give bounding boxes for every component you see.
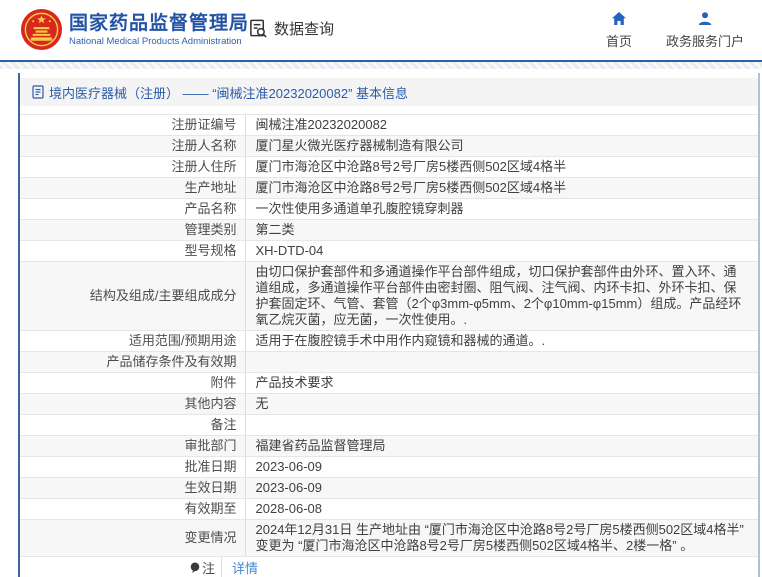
row-value: 无 xyxy=(245,394,758,415)
site-header: 国家药品监督管理局 National Medical Products Admi… xyxy=(0,0,762,60)
note-detail-link[interactable]: 详情 xyxy=(232,561,258,576)
brand-text: 国家药品监督管理局 National Medical Products Admi… xyxy=(69,12,249,48)
row-label: 注册人住所 xyxy=(20,157,245,178)
nav-gov-portal-label: 政务服务门户 xyxy=(662,31,748,50)
row-label: 注册证编号 xyxy=(20,115,245,136)
top-nav: 首页 政务服务门户 xyxy=(576,9,748,50)
note-value: 详情 xyxy=(222,558,258,577)
row-value: 第二类 xyxy=(245,220,758,241)
row-label: 型号规格 xyxy=(20,241,245,262)
org-name-en: National Medical Products Administration xyxy=(69,36,249,48)
row-value: 一次性使用多通道单孔腹腔镜穿刺器 xyxy=(245,199,758,220)
row-value: 适用于在腹腔镜手术中用作内窥镜和器械的通道。. xyxy=(245,331,758,352)
nmpa-emblem-logo xyxy=(20,8,63,51)
row-label: 有效期至 xyxy=(20,499,245,520)
registration-info-table: 注册证编号 闽械注准20232020082 注册人名称 厦门星火微光医疗器械制造… xyxy=(20,114,758,557)
user-icon xyxy=(662,9,748,27)
breadcrumb: 境内医疗器械（注册） —— “闽械注准20232020082” 基本信息 xyxy=(20,78,758,106)
row-label: 结构及组成/主要组成成分 xyxy=(20,262,245,331)
row-value: 由切口保护套部件和多通道操作平台部件组成，切口保护套部件由外环、置入环、通道组成… xyxy=(245,262,758,331)
org-name-cn: 国家药品监督管理局 xyxy=(69,12,249,36)
home-icon xyxy=(576,9,662,27)
table-row: 其他内容 无 xyxy=(20,394,758,415)
row-value: 产品技术要求 xyxy=(245,373,758,394)
table-row: 有效期至 2028-06-08 xyxy=(20,499,758,520)
decor-striped-band xyxy=(0,62,762,69)
page: 国家药品监督管理局 National Medical Products Admi… xyxy=(0,0,762,577)
row-label: 适用范围/预期用途 xyxy=(20,331,245,352)
nav-gov-portal[interactable]: 政务服务门户 xyxy=(662,9,748,50)
table-row: 管理类别 第二类 xyxy=(20,220,758,241)
row-value: 厦门市海沧区中沧路8号2号厂房5楼西侧502区域4格半 xyxy=(245,178,758,199)
row-label: 其他内容 xyxy=(20,394,245,415)
table-row: 产品名称 一次性使用多通道单孔腹腔镜穿刺器 xyxy=(20,199,758,220)
table-row: 注册人住所 厦门市海沧区中沧路8号2号厂房5楼西侧502区域4格半 xyxy=(20,157,758,178)
row-label: 管理类别 xyxy=(20,220,245,241)
data-query-icon xyxy=(248,18,269,39)
table-row: 结构及组成/主要组成成分 由切口保护套部件和多通道操作平台部件组成，切口保护套部… xyxy=(20,262,758,331)
row-label: 生产地址 xyxy=(20,178,245,199)
row-label: 注册人名称 xyxy=(20,136,245,157)
brand[interactable]: 国家药品监督管理局 National Medical Products Admi… xyxy=(20,8,249,51)
row-value: 福建省药品监督管理局 xyxy=(245,436,758,457)
data-query-link[interactable]: 数据查询 xyxy=(248,18,334,39)
table-row: 产品储存条件及有效期 xyxy=(20,352,758,373)
note-balloon-icon xyxy=(190,562,200,574)
row-value: 闽械注准20232020082 xyxy=(245,115,758,136)
table-row: 生效日期 2023-06-09 xyxy=(20,478,758,499)
nav-home-label: 首页 xyxy=(576,31,662,50)
row-value: 2023-06-09 xyxy=(245,457,758,478)
row-value xyxy=(245,352,758,373)
table-row: 注册人名称 厦门星火微光医疗器械制造有限公司 xyxy=(20,136,758,157)
data-query-label: 数据查询 xyxy=(274,18,334,39)
table-row: 备注 xyxy=(20,415,758,436)
table-row: 批准日期 2023-06-09 xyxy=(20,457,758,478)
row-value: XH-DTD-04 xyxy=(245,241,758,262)
nav-home[interactable]: 首页 xyxy=(576,9,662,50)
row-value: 厦门星火微光医疗器械制造有限公司 xyxy=(245,136,758,157)
content-panel: 境内医疗器械（注册） —— “闽械注准20232020082” 基本信息 注册证… xyxy=(18,73,760,577)
row-label: 备注 xyxy=(20,415,245,436)
table-row: 变更情况 2024年12月31日 生产地址由 “厦门市海沧区中沧路8号2号厂房5… xyxy=(20,520,758,557)
note-label: 注 xyxy=(20,557,222,577)
row-label: 变更情况 xyxy=(20,520,245,557)
document-icon xyxy=(32,85,44,99)
table-row: 适用范围/预期用途 适用于在腹腔镜手术中用作内窥镜和器械的通道。. xyxy=(20,331,758,352)
row-value: 2028-06-08 xyxy=(245,499,758,520)
table-row: 型号规格 XH-DTD-04 xyxy=(20,241,758,262)
row-label: 生效日期 xyxy=(20,478,245,499)
table-row: 附件 产品技术要求 xyxy=(20,373,758,394)
row-value: 2023-06-09 xyxy=(245,478,758,499)
info-table-body: 注册证编号 闽械注准20232020082 注册人名称 厦门星火微光医疗器械制造… xyxy=(20,115,758,557)
row-label: 产品名称 xyxy=(20,199,245,220)
row-value: 2024年12月31日 生产地址由 “厦门市海沧区中沧路8号2号厂房5楼西侧50… xyxy=(245,520,758,557)
table-row: 注册证编号 闽械注准20232020082 xyxy=(20,115,758,136)
note-label-text: 注 xyxy=(202,558,215,577)
table-row: 生产地址 厦门市海沧区中沧路8号2号厂房5楼西侧502区域4格半 xyxy=(20,178,758,199)
row-label: 审批部门 xyxy=(20,436,245,457)
breadcrumb-text: 境内医疗器械（注册） —— “闽械注准20232020082” 基本信息 xyxy=(49,83,408,102)
row-label: 产品储存条件及有效期 xyxy=(20,352,245,373)
note-row: 注 详情 xyxy=(20,557,758,577)
row-label: 批准日期 xyxy=(20,457,245,478)
row-value xyxy=(245,415,758,436)
table-row: 审批部门 福建省药品监督管理局 xyxy=(20,436,758,457)
row-label: 附件 xyxy=(20,373,245,394)
row-value: 厦门市海沧区中沧路8号2号厂房5楼西侧502区域4格半 xyxy=(245,157,758,178)
